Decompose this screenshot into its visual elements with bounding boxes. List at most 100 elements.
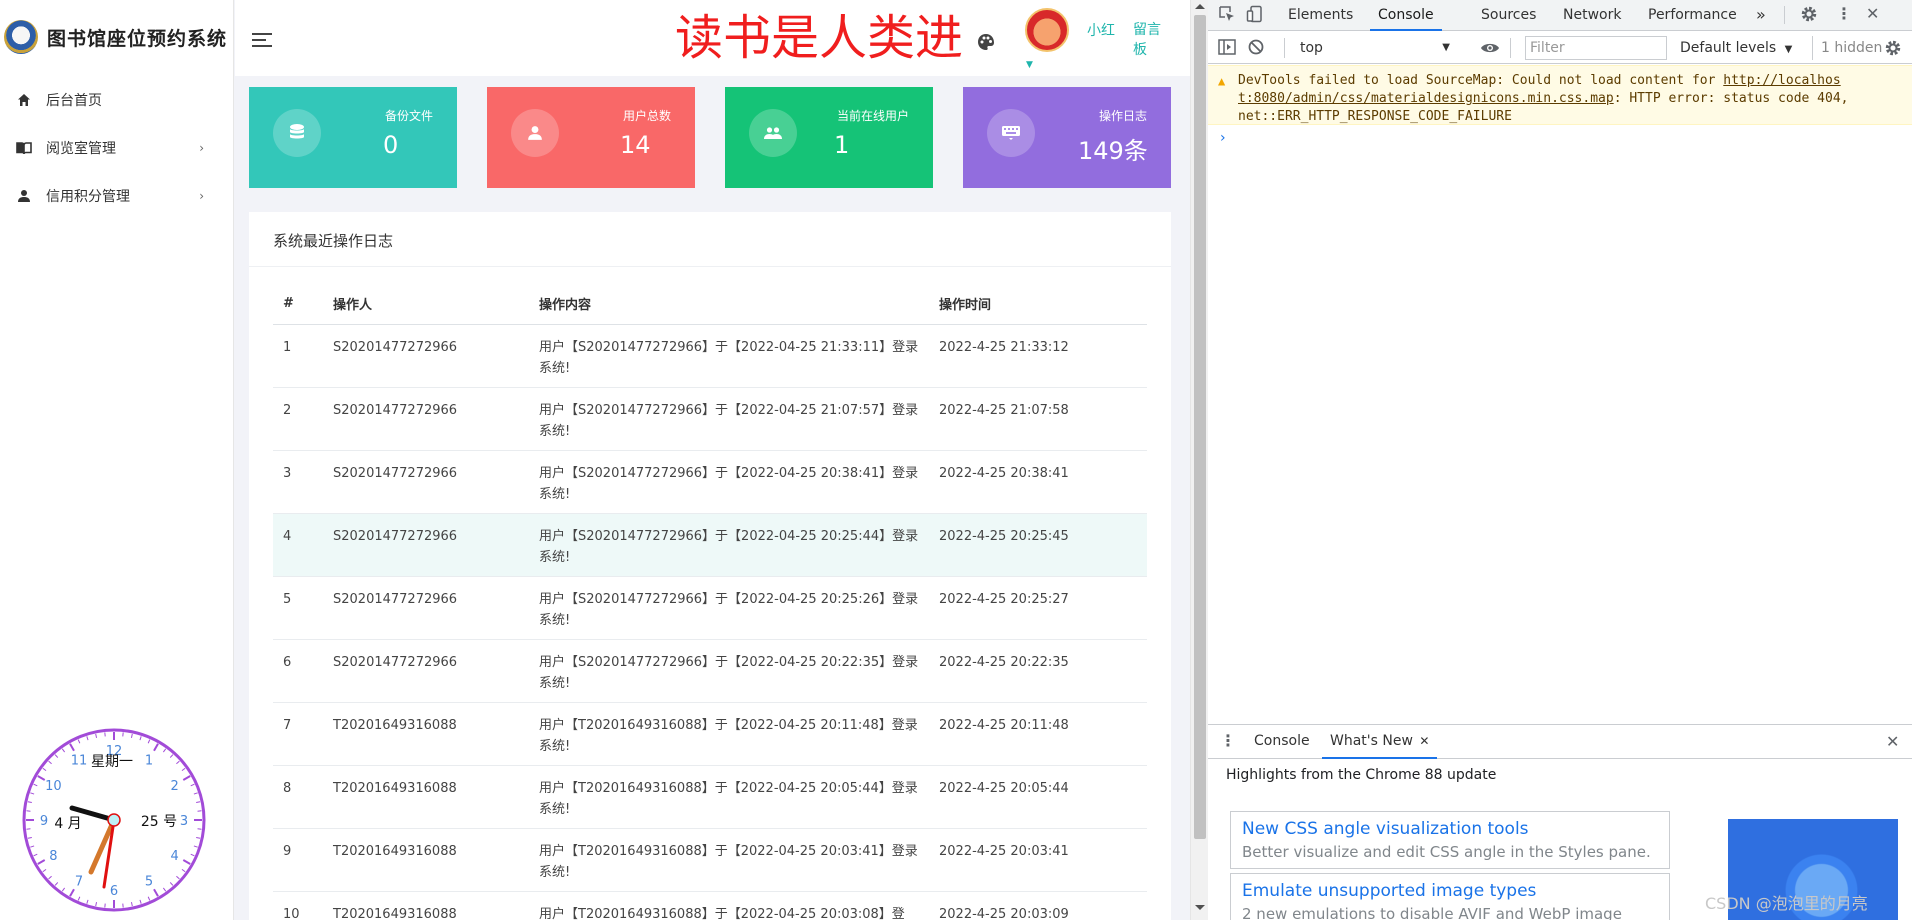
stat-value: 149条 — [1078, 137, 1148, 165]
brand[interactable]: 图书馆座位预约系统 — [0, 0, 234, 74]
chevron-down-icon: ▼ — [1784, 44, 1793, 55]
clock-number: 8 — [49, 849, 57, 864]
row-index: 4 — [273, 513, 323, 577]
log-levels-label: Default levels — [1680, 40, 1777, 56]
feature-card[interactable]: Emulate unsupported image types 2 new em… — [1230, 873, 1670, 920]
devtools-panel: Elements Console Sources Network Perform… — [1208, 0, 1912, 920]
sidebar-toggle-icon[interactable] — [1218, 39, 1236, 59]
column-header: 操作人 — [323, 284, 529, 325]
tab-network[interactable]: Network — [1563, 0, 1621, 31]
stat-label: 操作日志 — [1098, 109, 1147, 123]
row-operator: T20201649316088 — [323, 765, 529, 829]
row-operator: S20201477272966 — [323, 324, 529, 388]
row-index: 2 — [273, 387, 323, 451]
sidebar-item-label: 阅览室管理 — [46, 141, 116, 157]
stat-value: 0 — [383, 131, 399, 159]
user-avatar[interactable] — [1025, 8, 1069, 52]
row-time: 2022-4-25 20:05:44 — [929, 765, 1147, 829]
row-content: 用户【S20201477272966】于【2022-04-25 21:33:11… — [529, 324, 929, 388]
row-content: 用户【S20201477272966】于【2022-04-25 20:25:26… — [529, 576, 929, 640]
hidden-count: 1 hidden — [1812, 36, 1882, 60]
row-index: 6 — [273, 639, 323, 703]
row-operator: T20201649316088 — [323, 891, 529, 920]
filter-input[interactable]: Filter — [1525, 36, 1667, 60]
stat-label: 备份文件 — [384, 109, 433, 123]
clear-console-icon[interactable] — [1248, 39, 1264, 59]
feature-title[interactable]: New CSS angle visualization tools — [1242, 817, 1669, 841]
more-tabs-icon[interactable]: » — [1756, 0, 1766, 31]
clock-number: 11 — [71, 753, 88, 768]
sidebar-item-home[interactable]: 后台首页 — [0, 76, 234, 124]
row-content: 用户【S20201477272966】于【2022-04-25 20:22:35… — [529, 639, 929, 703]
library-admin-app: 图书馆座位预约系统 后台首页 阅览室管理 › 信用积分管理 › 12 1 2 3… — [0, 0, 1190, 920]
inspect-element-icon[interactable] — [1218, 5, 1236, 27]
row-index: 7 — [273, 702, 323, 766]
clock-number: 4 — [170, 849, 178, 864]
row-time: 2022-4-25 20:11:48 — [929, 702, 1147, 766]
row-content: 用户【S20201477272966】于【2022-04-25 20:25:44… — [529, 513, 929, 577]
close-icon[interactable]: ✕ — [1866, 4, 1879, 23]
kebab-menu-icon[interactable]: ⋮ — [1836, 4, 1852, 23]
message-board-link[interactable]: 留言板 — [1133, 20, 1165, 60]
scroll-up-icon[interactable] — [1195, 4, 1205, 9]
scrollbar-thumb[interactable] — [1194, 15, 1206, 839]
row-time: 2022-4-25 20:22:35 — [929, 639, 1147, 703]
feature-title[interactable]: Emulate unsupported image types — [1242, 879, 1669, 903]
table-row: 7 T20201649316088 用户【T20201649316088】于【202… — [273, 702, 1147, 766]
row-operator: T20201649316088 — [323, 702, 529, 766]
chevron-right-icon: › — [199, 189, 204, 203]
row-index: 1 — [273, 324, 323, 388]
kebab-menu-icon[interactable]: ⋮ — [1220, 731, 1236, 750]
sidebar-item-reading-room[interactable]: 阅览室管理 › — [0, 124, 234, 172]
top-header: 读书是人类进 ▼ 小红 留言板 — [235, 0, 1190, 76]
row-content: 用户【S20201477272966】于【2022-04-25 20:38:41… — [529, 450, 929, 514]
console-prompt[interactable]: › — [1220, 130, 1226, 146]
drawer-tab-label: What's New — [1330, 733, 1413, 749]
palette-icon[interactable] — [977, 33, 995, 51]
user-name-link[interactable]: 小红 — [1087, 20, 1115, 40]
stat-card-users: 用户总数 14 — [487, 87, 695, 188]
whats-new-heading: Highlights from the Chrome 88 update — [1226, 767, 1497, 783]
tab-console[interactable]: Console — [1370, 0, 1442, 31]
menu-toggle-icon[interactable] — [252, 33, 272, 47]
close-icon[interactable]: ✕ — [1419, 734, 1429, 748]
page-scrollbar[interactable] — [1190, 0, 1208, 920]
feature-desc: Better visualize and edit CSS angle in t… — [1242, 843, 1651, 861]
row-index: 8 — [273, 765, 323, 829]
stat-value: 1 — [834, 131, 850, 159]
feature-card[interactable]: New CSS angle visualization tools Better… — [1230, 811, 1670, 869]
close-icon[interactable]: ✕ — [1886, 732, 1899, 751]
chevron-down-icon[interactable]: ▼ — [1026, 60, 1033, 70]
row-time: 2022-4-25 21:07:58 — [929, 387, 1147, 451]
sidebar-item-credit[interactable]: 信用积分管理 › — [0, 172, 234, 220]
drawer-tabbar: ⋮ Console What's New ✕ ✕ — [1208, 725, 1912, 759]
analog-clock: 121234567891011 星期一 4 月 25 号 — [22, 728, 206, 912]
drawer-tab-whats-new[interactable]: What's New ✕ — [1322, 725, 1438, 759]
book-icon — [16, 140, 32, 156]
eye-icon[interactable] — [1480, 40, 1500, 59]
user-icon — [511, 109, 559, 157]
tab-sources[interactable]: Sources — [1481, 0, 1536, 31]
log-panel: 系统最近操作日志 # 操作人 操作内容 操作时间 1 S2020147727296… — [249, 212, 1171, 920]
table-row: 1 S20201477272966 用户【S20201477272966】于【202… — [273, 324, 1147, 388]
tab-elements[interactable]: Elements — [1288, 0, 1353, 31]
row-index: 3 — [273, 450, 323, 514]
context-select[interactable]: top ▼ — [1296, 36, 1456, 60]
clock-number: 9 — [40, 814, 48, 829]
clock-number: 6 — [110, 884, 118, 899]
table-row: 2 S20201477272966 用户【S20201477272966】于【202… — [273, 387, 1147, 451]
gear-icon[interactable] — [1884, 39, 1902, 61]
devtools-tabbar: Elements Console Sources Network Perform… — [1208, 0, 1912, 31]
sourcemap-link[interactable]: http://localhos — [1723, 73, 1840, 88]
device-toolbar-icon[interactable] — [1246, 5, 1264, 27]
log-table: # 操作人 操作内容 操作时间 1 S20201477272966 用户【S2020… — [273, 284, 1147, 920]
log-levels-dropdown[interactable]: Default levels ▼ — [1680, 36, 1792, 62]
scroll-down-icon[interactable] — [1195, 905, 1205, 910]
sourcemap-link-cont[interactable]: t:8080/admin/css/materialdesignicons.min… — [1238, 91, 1614, 106]
sidebar-item-label: 信用积分管理 — [46, 189, 130, 205]
row-content: 用户【T20201649316088】于【2022-04-25 20:03:08… — [529, 891, 929, 920]
drawer-tab-console[interactable]: Console — [1254, 725, 1310, 759]
tab-performance[interactable]: Performance — [1648, 0, 1737, 31]
row-operator: S20201477272966 — [323, 639, 529, 703]
gear-icon[interactable] — [1800, 5, 1818, 27]
